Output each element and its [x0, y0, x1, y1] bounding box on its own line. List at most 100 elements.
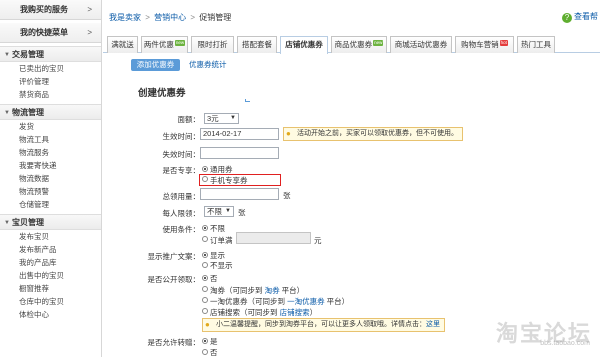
end-time-label: 失效时间： — [162, 150, 201, 159]
top-bar: 我是卖家 > 营销中心 > 促销管理 ? 查看帮 — [103, 0, 600, 34]
tab-label: 两件优惠 — [143, 40, 174, 49]
hot-badge: hot — [499, 40, 508, 46]
option-suffix: 平台） — [279, 286, 305, 295]
public-label: 是否公开领取： — [147, 275, 201, 284]
min-order-input[interactable] — [236, 232, 311, 244]
sidebar-item-logistics-data[interactable]: 物流数据 — [0, 172, 101, 185]
radio-transfer-no[interactable] — [202, 349, 208, 355]
tab-mall-coupon[interactable]: 商城活动优惠券 — [390, 36, 452, 53]
breadcrumb: 我是卖家 > 营销中心 > 促销管理 — [109, 12, 231, 23]
breadcrumb-seller[interactable]: 我是卖家 — [109, 13, 141, 22]
tab-product-coupon[interactable]: 商品优惠券 new — [331, 36, 387, 53]
tab-label: 商品优惠券 — [334, 40, 373, 49]
collapse-triangle-icon: ▼ — [4, 52, 10, 58]
radio-show[interactable] — [202, 252, 208, 258]
highlight-box — [199, 174, 281, 186]
sidebar-group-title: 物流管理 — [12, 108, 44, 117]
exclusive-label: 是否专享： — [162, 166, 201, 175]
dropdown-arrow-icon: ▼ — [225, 208, 231, 214]
sidebar-item-banned-goods[interactable]: 禁货商品 — [0, 88, 101, 101]
subtab-add-coupon[interactable]: 添加优惠券 — [131, 59, 180, 71]
option-suffix: ） — [309, 308, 318, 317]
hint-detail-link[interactable]: 这里 — [426, 321, 440, 328]
tab-shop-coupon[interactable]: 店铺优惠券 — [280, 36, 328, 54]
sidebar-item-product-library[interactable]: 我的产品库 — [0, 256, 101, 269]
sidebar-item-warehouse[interactable]: 仓储管理 — [0, 198, 101, 211]
tab-label: 限时打折 — [197, 40, 228, 49]
sidebar-item-send-express[interactable]: 我要寄快递 — [0, 159, 101, 172]
sidebar-group-logistics[interactable]: ▼ 物流管理 — [0, 104, 101, 120]
taoquan-option: 淘券（可同步到 淘券 平台） — [210, 285, 304, 296]
breadcrumb-marketing[interactable]: 营销中心 — [154, 13, 186, 22]
public-no-label: 否 — [210, 274, 218, 283]
sidebar-item-label: 我购买的服务 — [20, 5, 68, 14]
sidebar-item-sold[interactable]: 已卖出的宝贝 — [0, 62, 101, 75]
total-unit: 张 — [283, 191, 291, 200]
breadcrumb-current: 促销管理 — [199, 13, 232, 22]
sidebar-item-publish-new[interactable]: 发布新产品 — [0, 243, 101, 256]
radio-public-no[interactable] — [202, 275, 208, 281]
min-order-label: 订单满 — [210, 236, 233, 245]
sidebar-item-checkup[interactable]: 体检中心 — [0, 308, 101, 321]
tab-cart-marketing[interactable]: 购物车营销 hot — [455, 36, 514, 53]
sidebar-item-on-sale[interactable]: 出售中的宝贝 — [0, 269, 101, 282]
new-badge: new — [174, 40, 186, 46]
total-label: 总领用量： — [162, 192, 201, 201]
condition-label: 使用条件： — [162, 225, 201, 234]
check-mark-icon — [245, 99, 250, 102]
help-label: 查看帮 — [574, 12, 598, 21]
sidebar-item-showcase[interactable]: 橱窗推荐 — [0, 282, 101, 295]
no-limit-label: 不限 — [210, 224, 225, 233]
total-input[interactable] — [200, 188, 279, 200]
sidebar-item-logistics-service[interactable]: 物流服务 — [0, 146, 101, 159]
hint-text: 小二温馨提醒，同步到淘券平台，可以让更多人领取哦。详情点击： — [216, 321, 426, 328]
shop-search-link[interactable]: 店铺搜索 — [280, 308, 310, 317]
option-text: 淘券（可同步到 — [210, 286, 263, 295]
tab-full-gift[interactable]: 满就送 — [107, 36, 138, 53]
hint-text: 活动开始之前，买家可以领取优惠券，但不可使用。 — [297, 130, 458, 137]
sidebar-item-logistics-tools[interactable]: 物流工具 — [0, 133, 101, 146]
help-link[interactable]: ? 查看帮 — [562, 11, 598, 23]
radio-no-limit[interactable] — [202, 225, 208, 231]
etao-link[interactable]: 一淘优惠券 — [287, 297, 325, 306]
tab-bundle[interactable]: 搭配套餐 — [237, 36, 277, 53]
sidebar-group-products[interactable]: ▼ 宝贝管理 — [0, 214, 101, 230]
sidebar-item-in-stock[interactable]: 仓库中的宝贝 — [0, 295, 101, 308]
sidebar-item-ship[interactable]: 发货 — [0, 120, 101, 133]
radio-min-order[interactable] — [202, 236, 208, 242]
end-time-input[interactable] — [200, 147, 279, 159]
collapse-triangle-icon: ▼ — [4, 110, 10, 116]
watermark-url: bbs.taobao.com — [540, 340, 590, 347]
sidebar-item-publish[interactable]: 发布宝贝 — [0, 230, 101, 243]
subtab-coupon-stats[interactable]: 优惠券统计 — [189, 59, 227, 71]
per-person-select[interactable]: 不限 ▼ — [204, 206, 234, 217]
public-hint: ● 小二温馨提醒，同步到淘券平台，可以让更多人领取哦。详情点击：这里 — [202, 318, 445, 332]
radio-etao[interactable] — [202, 297, 208, 303]
left-sidebar: 我购买的服务 > 我的快捷菜单 > ▼ 交易管理 已卖出的宝贝 评价管理 禁货商… — [0, 0, 102, 357]
etao-option: 一淘优惠券（可同步到 一淘优惠券 平台） — [210, 296, 349, 307]
radio-general-coupon[interactable] — [202, 166, 208, 172]
denomination-select[interactable]: 3元 ▼ — [204, 113, 239, 124]
sidebar-item-quick-menu[interactable]: 我的快捷菜单 > — [0, 23, 101, 43]
radio-taoquan[interactable] — [202, 286, 208, 292]
tab-two-item-discount[interactable]: 两件优惠 new — [141, 36, 188, 53]
sidebar-group-trade[interactable]: ▼ 交易管理 — [0, 46, 101, 62]
tab-hot-tools[interactable]: 热门工具 — [517, 36, 555, 53]
option-text: 店铺搜索（可同步到 — [210, 308, 278, 317]
dropdown-arrow-icon: ▼ — [230, 115, 236, 121]
radio-transfer-yes[interactable] — [202, 338, 208, 344]
transfer-no-label: 否 — [210, 348, 218, 357]
sidebar-item-reviews[interactable]: 评价管理 — [0, 75, 101, 88]
sidebar-item-logistics-alert[interactable]: 物流预警 — [0, 185, 101, 198]
radio-hide[interactable] — [202, 262, 208, 268]
radio-shop-search[interactable] — [202, 308, 208, 314]
taoquan-link[interactable]: 淘券 — [265, 286, 280, 295]
denomination-label: 面额： — [177, 115, 201, 124]
start-time-input[interactable]: 2014-02-17 — [200, 128, 279, 140]
question-icon: ? — [562, 13, 572, 23]
tab-flash-discount[interactable]: 限时打折 — [191, 36, 234, 53]
sidebar-item-purchased-services[interactable]: 我购买的服务 > — [0, 0, 101, 20]
lightbulb-icon: ● — [286, 129, 291, 138]
denomination-value: 3元 — [207, 114, 219, 123]
promo-tabs: 满就送 两件优惠 new 限时打折 搭配套餐 店铺优惠券 商品优惠券 new 商城活… — [103, 36, 600, 54]
